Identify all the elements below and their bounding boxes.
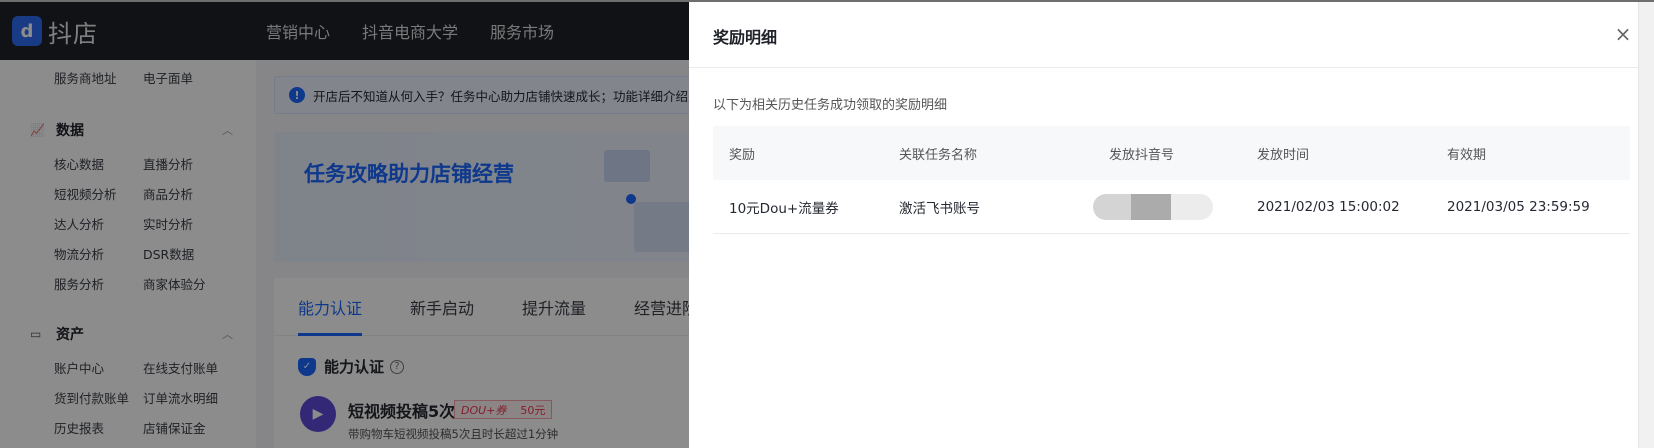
cell-expiry: 2021/03/05 23:59:59 [1447, 198, 1590, 215]
table-header: 奖励 关联任务名称 发放抖音号 发放时间 有效期 [713, 126, 1630, 180]
drawer-header: 奖励明细 × [689, 2, 1654, 68]
drawer-title: 奖励明细 [713, 28, 778, 47]
redacted-account [1093, 193, 1213, 220]
column-header-account: 发放抖音号 [1109, 147, 1175, 163]
cell-account [1093, 193, 1241, 220]
column-header-task: 关联任务名称 [899, 147, 978, 163]
cell-issue-time: 2021/02/03 15:00:02 [1257, 198, 1400, 215]
scrollbar[interactable] [1638, 2, 1654, 448]
cell-reward: 10元Dou+流量券 [729, 200, 839, 217]
reward-table: 奖励 关联任务名称 发放抖音号 发放时间 有效期 10元Dou+流量券 激活飞书… [713, 126, 1630, 234]
column-header-expiry: 有效期 [1447, 147, 1487, 163]
reward-detail-drawer: 奖励明细 × 以下为相关历史任务成功领取的奖励明细 奖励 关联任务名称 发放抖音… [689, 2, 1654, 448]
cell-task: 激活飞书账号 [899, 200, 980, 217]
column-header-issue-time: 发放时间 [1257, 147, 1310, 163]
column-header-reward: 奖励 [729, 147, 756, 163]
drawer-subtitle: 以下为相关历史任务成功领取的奖励明细 [713, 98, 948, 113]
close-icon[interactable]: × [1613, 24, 1633, 44]
table-row: 10元Dou+流量券 激活飞书账号 2021/02/03 15:00:02 20… [713, 180, 1630, 234]
